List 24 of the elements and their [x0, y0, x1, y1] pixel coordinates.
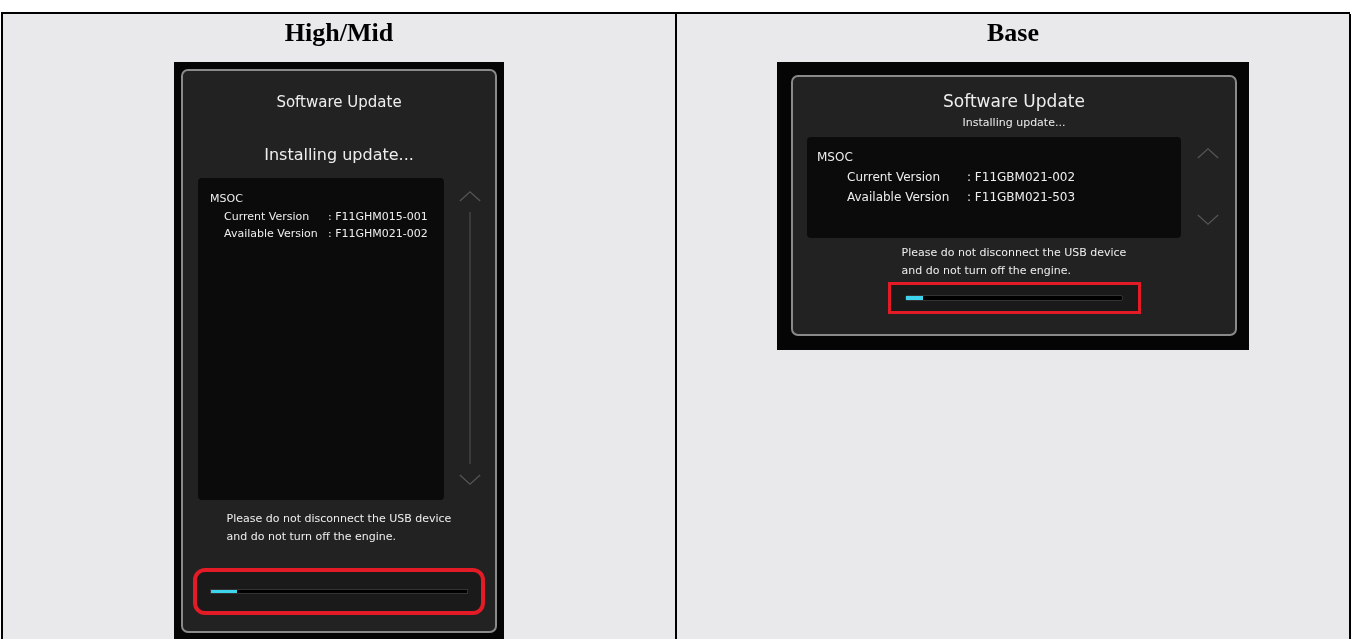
version-value: : F11GBM021-002 — [967, 169, 1076, 186]
column-heading: High/Mid — [3, 14, 677, 52]
module-name: MSOC — [210, 192, 244, 205]
version-value: : F11GBM021-503 — [967, 189, 1076, 206]
version-label: Current Version — [224, 209, 311, 225]
version-label: Current Version — [847, 169, 941, 186]
status-text: Installing update... — [962, 116, 1066, 129]
warning-text: and do not turn off the engine. — [226, 529, 397, 545]
warning-text: Please do not disconnect the USB device — [901, 245, 1127, 261]
version-label: Available Version — [847, 189, 951, 206]
warning-text: Please do not disconnect the USB device — [226, 511, 452, 527]
module-name: MSOC — [817, 150, 854, 164]
version-label: Available Version — [224, 226, 319, 242]
chevron-up-icon[interactable] — [1197, 147, 1219, 159]
status-text: Installing update... — [264, 145, 414, 164]
warning-text: and do not turn off the engine. — [901, 263, 1072, 279]
column-heading: Base — [677, 14, 1351, 52]
dialog-title: Software Update — [276, 93, 402, 111]
chevron-up-icon[interactable] — [458, 190, 481, 202]
version-value: : F11GHM021-002 — [328, 226, 428, 242]
chevron-down-icon[interactable] — [1197, 214, 1219, 226]
version-value: : F11GHM015-001 — [328, 209, 428, 225]
chevron-down-icon[interactable] — [458, 474, 481, 486]
dialog-title: Software Update — [943, 91, 1085, 111]
